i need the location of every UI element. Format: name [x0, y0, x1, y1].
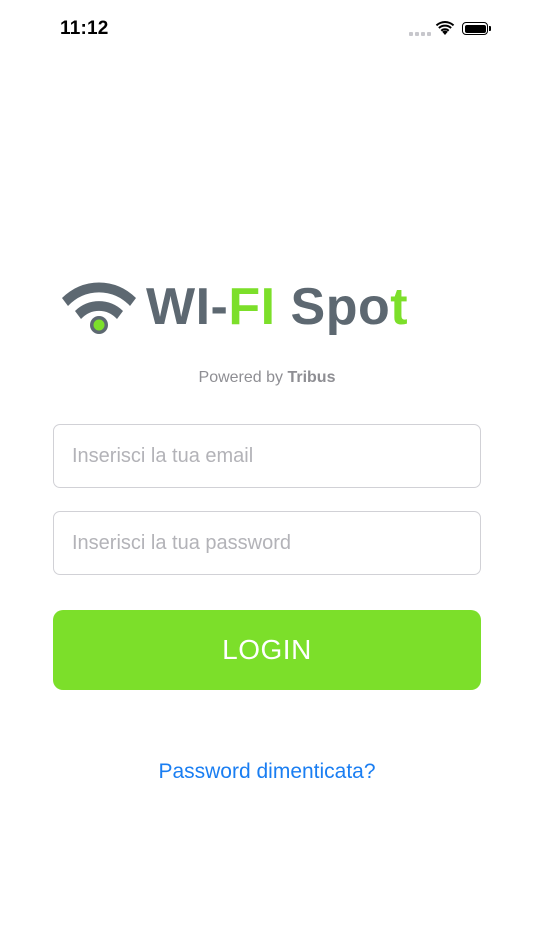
forgot-password-link[interactable]: Password dimenticata?: [0, 760, 534, 784]
powered-prefix: Powered by: [198, 369, 284, 386]
wifi-spot-logo: WI-FI Spot: [60, 272, 408, 342]
logo-text-t: t: [390, 278, 409, 336]
logo-text-wi: WI-: [146, 278, 229, 336]
logo-text-spo: Spo: [275, 278, 391, 336]
login-button[interactable]: LOGIN: [53, 610, 481, 690]
password-field[interactable]: [53, 511, 481, 575]
status-bar: 11:12: [0, 0, 534, 60]
battery-icon: [462, 22, 488, 35]
status-time: 11:12: [60, 18, 109, 39]
logo-text-fi: FI: [228, 278, 276, 336]
powered-brand: Tribus: [287, 369, 336, 386]
logo-wordmark: WI-FI Spot: [146, 281, 408, 333]
powered-by: Powered by Tribus: [0, 369, 534, 387]
wifi-logo-icon: [62, 282, 136, 334]
cellular-signal-icon: [409, 32, 431, 36]
email-field[interactable]: [53, 424, 481, 488]
battery-tip: [489, 26, 491, 31]
wifi-status-icon: [435, 21, 455, 35]
